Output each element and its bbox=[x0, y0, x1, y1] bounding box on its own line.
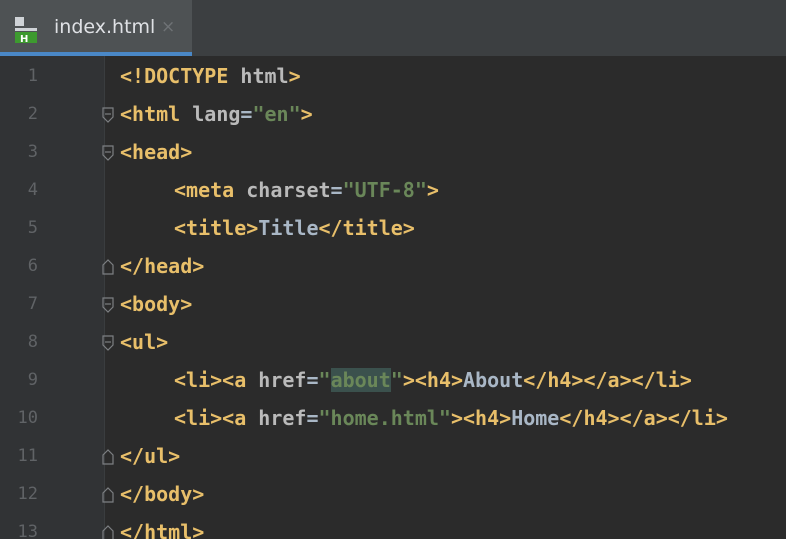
code-line-13[interactable]: 13 </html> bbox=[0, 514, 786, 539]
token-eq: = bbox=[306, 406, 319, 430]
code-line-5[interactable]: 5 <title>Title</title> bbox=[0, 210, 786, 248]
fold-close-icon[interactable] bbox=[101, 259, 115, 275]
token-string-highlighted: about bbox=[330, 368, 391, 392]
line-number: 13 bbox=[17, 522, 38, 539]
token-eq: = bbox=[306, 368, 319, 392]
code-editor[interactable]: 1 <!DOCTYPE html> 2 <html lang="en"> 3 <… bbox=[0, 56, 786, 539]
line-number: 4 bbox=[27, 180, 38, 200]
line-number: 2 bbox=[27, 104, 38, 124]
token-attr: charset bbox=[246, 178, 331, 202]
token-tag: <meta bbox=[174, 178, 247, 202]
fold-open-icon[interactable] bbox=[101, 145, 115, 161]
close-icon[interactable]: × bbox=[161, 17, 175, 37]
tab-filename: index.html bbox=[54, 16, 156, 38]
ide-window: H index.html × 1 <!DOCTYPE html> 2 <html… bbox=[0, 0, 786, 539]
token-tag: </ul> bbox=[120, 444, 181, 468]
fold-close-icon[interactable] bbox=[101, 487, 115, 503]
fold-open-icon[interactable] bbox=[101, 335, 115, 351]
line-number: 6 bbox=[27, 256, 38, 276]
fold-close-icon[interactable] bbox=[101, 449, 115, 465]
token-tag: </title> bbox=[318, 216, 415, 240]
code-text: </ul> bbox=[120, 444, 180, 468]
code-text: <head> bbox=[120, 140, 192, 164]
token-tag: </h4></a></li> bbox=[559, 406, 728, 430]
token-tag: <html bbox=[120, 102, 193, 126]
svg-text:H: H bbox=[20, 34, 28, 43]
code-text: </body> bbox=[120, 482, 204, 506]
token-string: "en" bbox=[252, 102, 301, 126]
token-tag: <li><a bbox=[174, 368, 259, 392]
token-eq: = bbox=[330, 178, 343, 202]
token-string: " bbox=[318, 368, 331, 392]
token-attr: html bbox=[240, 64, 289, 88]
line-number: 1 bbox=[27, 66, 38, 86]
token-attr: href bbox=[258, 368, 307, 392]
token-text: Title bbox=[258, 216, 319, 240]
code-text: <html lang="en"> bbox=[120, 102, 313, 126]
line-number: 8 bbox=[27, 332, 38, 352]
line-number: 11 bbox=[17, 446, 38, 466]
tab-index-html[interactable]: H index.html × bbox=[0, 0, 192, 56]
code-text: <li><a href="about"><h4>About</h4></a></… bbox=[174, 368, 692, 392]
line-number: 5 bbox=[27, 218, 38, 238]
token-tag: ><h4> bbox=[402, 368, 464, 392]
code-line-8[interactable]: 8 <ul> bbox=[0, 324, 786, 362]
token-tag: </html> bbox=[120, 520, 205, 539]
code-text: <li><a href="home.html"><h4>Home</h4></a… bbox=[174, 406, 728, 430]
line-number: 10 bbox=[17, 408, 38, 428]
line-number: 3 bbox=[27, 142, 38, 162]
token-attr: lang bbox=[192, 102, 241, 126]
code-text: </head> bbox=[120, 254, 204, 278]
code-line-7[interactable]: 7 <body> bbox=[0, 286, 786, 324]
token-tag: > bbox=[426, 178, 439, 202]
token-tag: <li><a bbox=[174, 406, 259, 430]
token-tag: <head> bbox=[120, 140, 193, 164]
code-line-12[interactable]: 12 </body> bbox=[0, 476, 786, 514]
token-tag: </body> bbox=[120, 482, 205, 506]
code-text: <meta charset="UTF-8"> bbox=[174, 178, 439, 202]
token-string: "UTF-8" bbox=[342, 178, 427, 202]
token-text: Home bbox=[511, 406, 560, 430]
line-number: 7 bbox=[27, 294, 38, 314]
token-string: " bbox=[390, 368, 403, 392]
token-tag: <body> bbox=[120, 292, 193, 316]
line-number: 12 bbox=[17, 484, 38, 504]
token-tag: > bbox=[288, 64, 301, 88]
html-file-icon: H bbox=[15, 17, 37, 43]
token-eq: = bbox=[240, 102, 253, 126]
token-tag: <ul> bbox=[120, 330, 169, 354]
token-tag: </head> bbox=[120, 254, 205, 278]
token-tag: </h4></a></li> bbox=[523, 368, 692, 392]
fold-open-icon[interactable] bbox=[101, 297, 115, 313]
editor-tab-bar: H index.html × bbox=[0, 0, 786, 56]
code-text: <title>Title</title> bbox=[174, 216, 415, 240]
token-tag: <!DOCTYPE bbox=[120, 64, 241, 88]
token-tag: ><h4> bbox=[450, 406, 512, 430]
code-text: <!DOCTYPE html> bbox=[120, 64, 301, 88]
code-line-11[interactable]: 11 </ul> bbox=[0, 438, 786, 476]
code-text: <body> bbox=[120, 292, 192, 316]
code-line-2[interactable]: 2 <html lang="en"> bbox=[0, 96, 786, 134]
line-number: 9 bbox=[27, 370, 38, 390]
token-attr: href bbox=[258, 406, 307, 430]
code-line-1[interactable]: 1 <!DOCTYPE html> bbox=[0, 58, 786, 96]
code-line-4[interactable]: 4 <meta charset="UTF-8"> bbox=[0, 172, 786, 210]
code-line-6[interactable]: 6 </head> bbox=[0, 248, 786, 286]
token-string: "home.html" bbox=[318, 406, 451, 430]
fold-open-icon[interactable] bbox=[101, 107, 115, 123]
code-line-3[interactable]: 3 <head> bbox=[0, 134, 786, 172]
code-line-9[interactable]: 9 <li><a href="about"><h4>About</h4></a>… bbox=[0, 362, 786, 400]
fold-close-icon[interactable] bbox=[101, 525, 115, 539]
token-tag: > bbox=[300, 102, 313, 126]
token-text: About bbox=[463, 368, 524, 392]
code-text: <ul> bbox=[120, 330, 168, 354]
code-text: </html> bbox=[120, 520, 204, 539]
code-line-10[interactable]: 10 <li><a href="home.html"><h4>Home</h4>… bbox=[0, 400, 786, 438]
token-tag: <title> bbox=[174, 216, 259, 240]
